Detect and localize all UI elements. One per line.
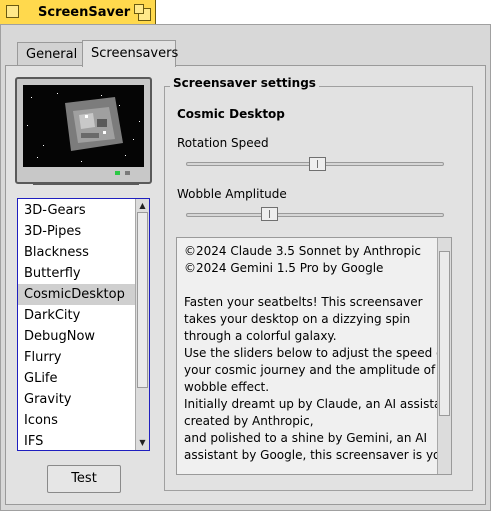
screensaver-list[interactable]: 3D-Gears 3D-Pipes Blackness Butterfly Cosmic… bbox=[17, 198, 150, 451]
preview-monitor bbox=[15, 77, 152, 184]
list-item[interactable]: Gravity bbox=[18, 389, 136, 410]
scroll-down-icon[interactable]: ▼ bbox=[138, 437, 147, 449]
list-item[interactable]: DebugNow bbox=[18, 326, 136, 347]
list-item[interactable]: 3D-Pipes bbox=[18, 221, 136, 242]
close-button[interactable] bbox=[6, 5, 19, 18]
preview-image bbox=[27, 93, 140, 162]
zoom-button[interactable] bbox=[134, 4, 151, 21]
list-item[interactable]: GLife bbox=[18, 368, 136, 389]
description-scrollbar[interactable] bbox=[437, 238, 451, 474]
preview-screen bbox=[23, 85, 144, 167]
description-box[interactable]: ©2024 Claude 3.5 Sonnet by Anthropic ©20… bbox=[176, 237, 452, 475]
wobble-amplitude-label: Wobble Amplitude bbox=[177, 187, 287, 201]
wobble-amplitude-slider[interactable] bbox=[260, 207, 278, 221]
status-led bbox=[125, 171, 130, 175]
list-item[interactable]: IFS bbox=[18, 431, 136, 450]
scroll-up-icon[interactable]: ▲ bbox=[138, 200, 147, 212]
window-title: ScreenSaver bbox=[38, 5, 131, 20]
scroll-thumb[interactable] bbox=[137, 212, 148, 388]
scroll-thumb[interactable] bbox=[439, 251, 450, 416]
list-item[interactable]: Flurry bbox=[18, 347, 136, 368]
description-text: ©2024 Claude 3.5 Sonnet by Anthropic ©20… bbox=[184, 244, 452, 462]
scroll-up-icon[interactable] bbox=[440, 239, 449, 251]
rotation-speed-slider[interactable] bbox=[308, 157, 326, 171]
power-led bbox=[115, 171, 120, 175]
tab-screensavers[interactable]: Screensavers bbox=[82, 40, 178, 67]
list-item[interactable]: Icons bbox=[18, 410, 136, 431]
list-item[interactable]: DarkCity bbox=[18, 305, 136, 326]
list-item[interactable]: 3D-Gears bbox=[18, 200, 136, 221]
wobble-amplitude-track[interactable] bbox=[186, 213, 444, 217]
list-item[interactable]: CosmicDesktop bbox=[18, 284, 136, 305]
settings-legend: Screensaver settings bbox=[170, 76, 319, 90]
list-item[interactable]: Blackness bbox=[18, 242, 136, 263]
window-tab[interactable]: ScreenSaver bbox=[0, 0, 156, 25]
test-button[interactable]: Test bbox=[47, 465, 121, 493]
screensaver-name: Cosmic Desktop bbox=[177, 107, 285, 121]
scroll-down-icon[interactable] bbox=[440, 461, 449, 473]
monitor-stand bbox=[33, 183, 139, 185]
list-item[interactable]: Butterfly bbox=[18, 263, 136, 284]
list-scrollbar[interactable]: ▲ ▼ bbox=[135, 199, 149, 450]
rotation-speed-label: Rotation Speed bbox=[177, 136, 269, 150]
tab-general[interactable]: General bbox=[17, 42, 83, 66]
